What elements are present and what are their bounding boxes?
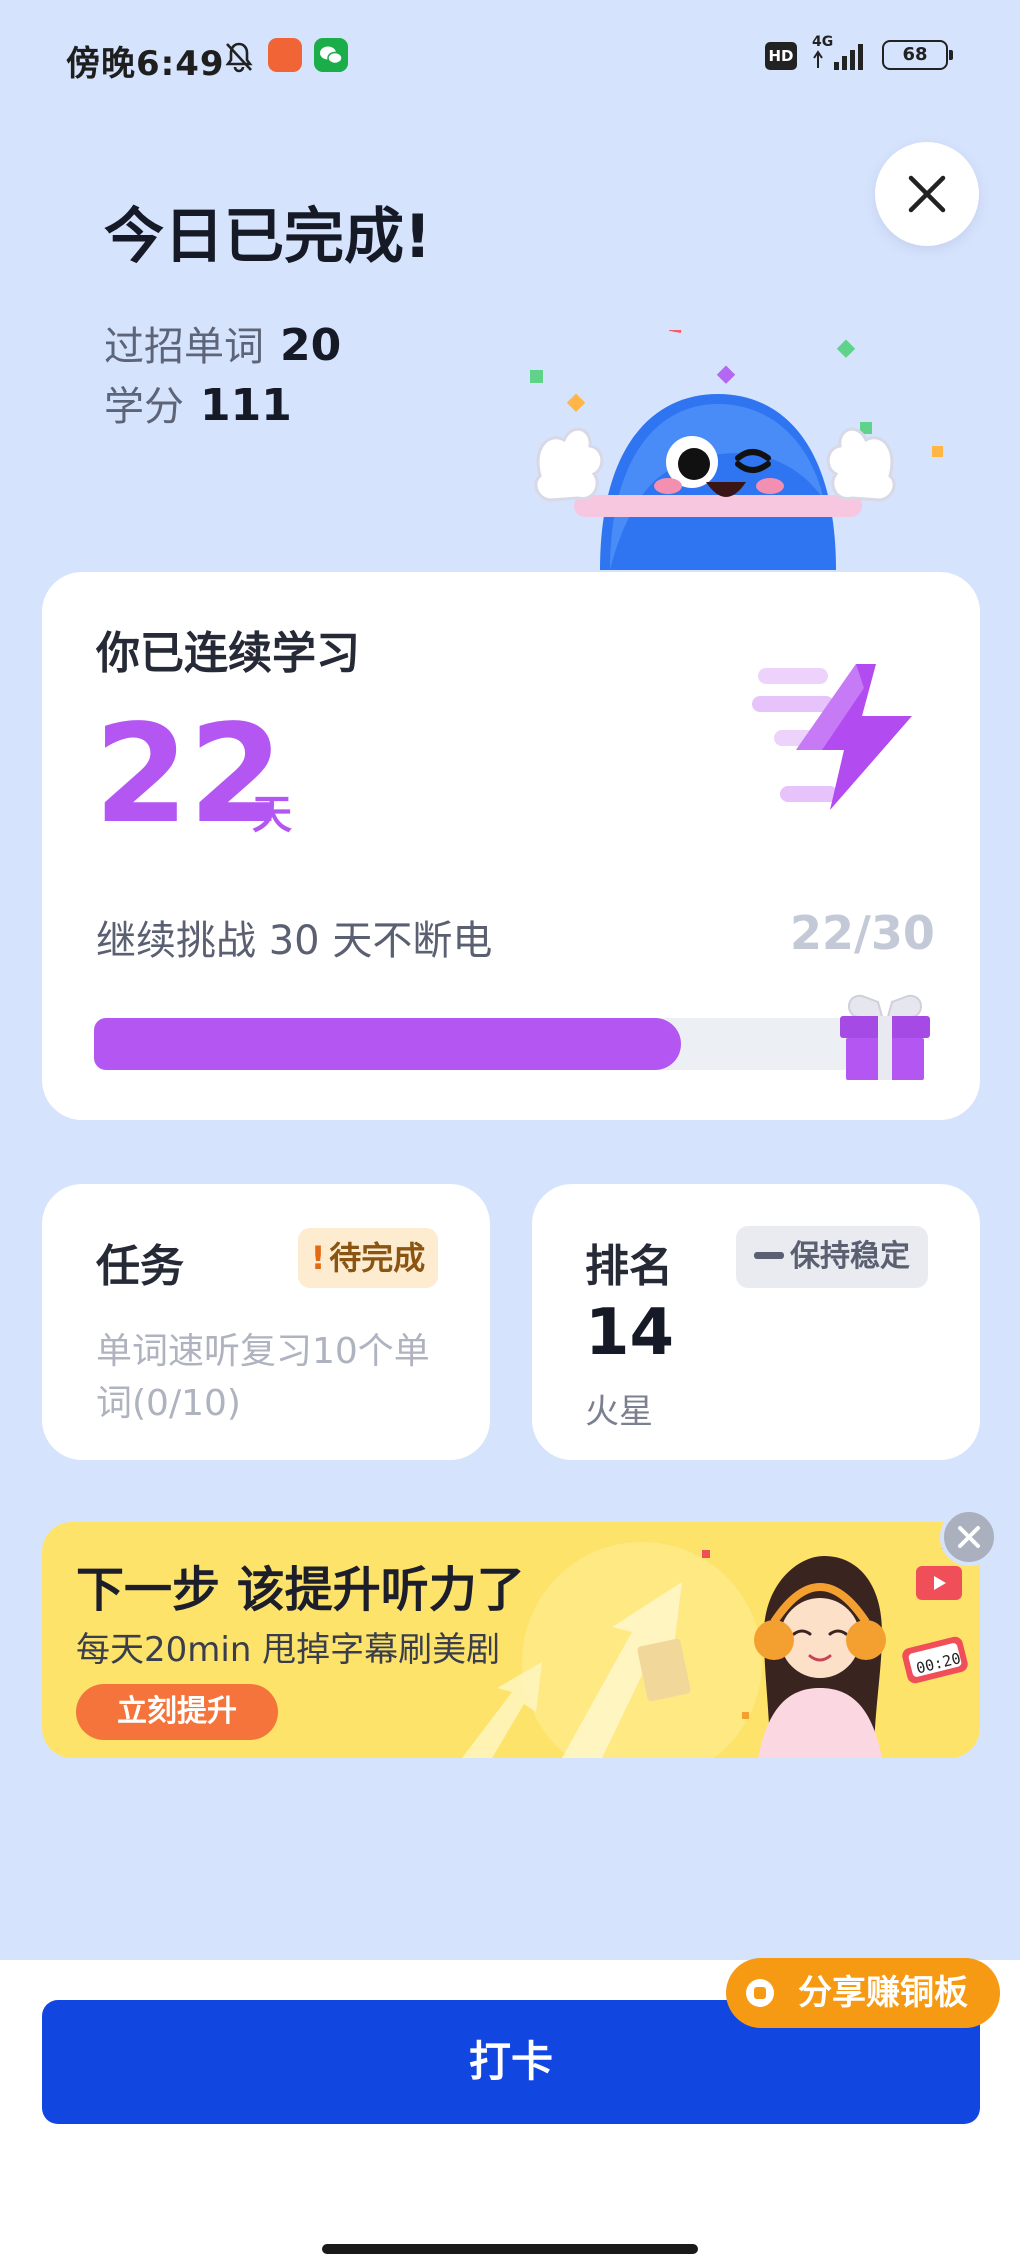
pending-mark: ! <box>310 1239 326 1277</box>
status-time: 傍晚6:49 <box>66 44 225 84</box>
words-stat: 过招单词 20 <box>104 314 341 372</box>
dash-icon <box>754 1252 784 1259</box>
rank-title: 排名 <box>585 1241 673 1292</box>
home-indicator[interactable] <box>322 2244 698 2254</box>
rank-status-label: 保持稳定 <box>790 1239 910 1274</box>
improve-now-button[interactable]: 立刻提升 <box>76 1684 278 1740</box>
task-title: 任务 <box>96 1241 184 1292</box>
wechat-icon <box>314 38 348 72</box>
signal-icon <box>813 44 863 70</box>
page-title: 今日已完成! <box>104 202 432 272</box>
progress-fill <box>94 1018 681 1070</box>
app-notification-icon <box>268 38 302 72</box>
rank-planet: 火星 <box>585 1392 653 1432</box>
task-description: 单词速听复习10个单词(0/10) <box>96 1331 430 1424</box>
challenge-text: 继续挑战 30 天不断电 <box>96 918 493 964</box>
pending-badge-label: 待完成 <box>329 1239 426 1277</box>
lightning-icon <box>752 664 912 810</box>
streak-title: 你已连续学习 <box>96 628 360 679</box>
words-value: 20 <box>280 320 342 371</box>
banner-close-button[interactable] <box>940 1508 998 1566</box>
bell-off-icon <box>225 42 253 73</box>
words-label: 过招单词 <box>104 324 264 370</box>
close-icon <box>908 175 946 213</box>
pending-badge: ! 待完成 <box>298 1228 438 1288</box>
rank-number: 14 <box>585 1296 675 1370</box>
banner-title: 下一步 该提升听力了 <box>76 1562 525 1618</box>
rank-status-badge: 保持稳定 <box>736 1226 928 1288</box>
battery-indicator: 68 <box>882 40 953 70</box>
hd-badge: HD <box>765 42 797 70</box>
close-icon <box>958 1526 980 1548</box>
coin-icon <box>746 1979 774 2007</box>
credits-label: 学分 <box>104 384 184 430</box>
credits-stat: 学分 111 <box>104 374 292 432</box>
mascot-illustration <box>530 330 943 570</box>
streak-unit: 天 <box>252 792 292 838</box>
banner-subtitle: 每天20min 甩掉字幕刷美剧 <box>76 1630 501 1670</box>
credits-value: 111 <box>200 380 292 431</box>
progress-count: 22/30 <box>790 906 935 960</box>
gift-icon[interactable] <box>836 990 934 1082</box>
close-button[interactable] <box>875 142 979 246</box>
